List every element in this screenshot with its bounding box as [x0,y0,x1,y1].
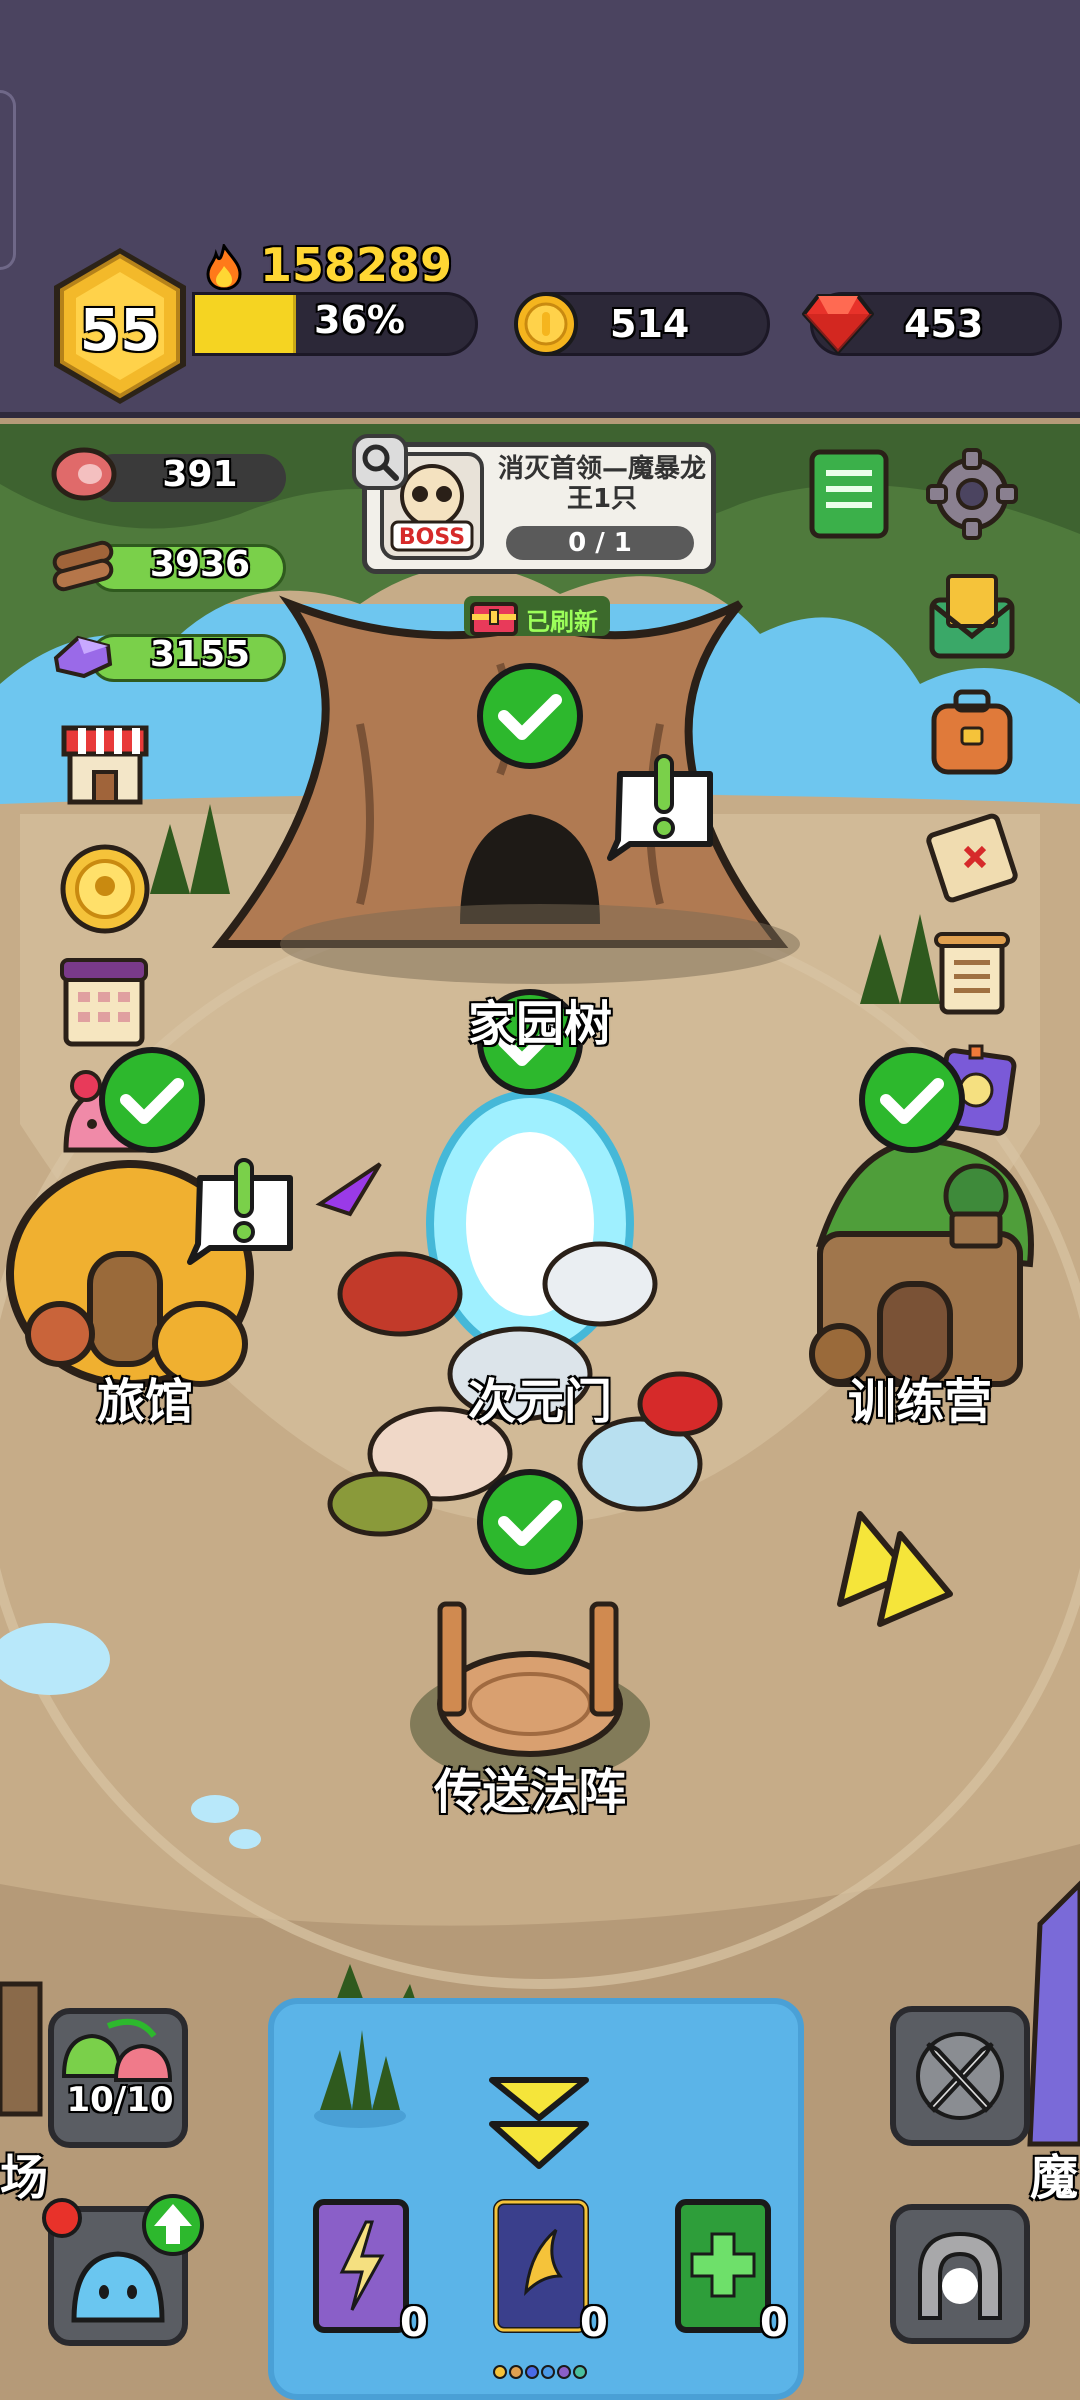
upgrade-arrow-icon [142,2194,204,2256]
teleport-label: 传送法阵 [433,1764,626,1820]
tree-label: 家园树 [467,996,612,1052]
crystal-icon [53,635,113,679]
lightning-book-count: 0 [400,2300,428,2346]
boss-quest-progress: 0 / 1 [506,526,694,560]
power-value: 158289 [260,238,453,292]
page-dots-indicator [493,2365,587,2379]
crystal-value: 3155 [149,634,251,675]
flame-icon [206,244,242,290]
wood-icon [52,540,114,592]
backpack-icon[interactable] [926,688,1018,780]
tree-house-icon[interactable] [930,1160,1022,1252]
notice-scroll-icon[interactable] [926,928,1018,1020]
training-ready-check-icon[interactable] [856,1044,968,1156]
tree-ready-check-icon[interactable] [474,660,586,772]
slime-count-value: 10/10 [66,2080,174,2120]
ranking-badge-icon[interactable] [56,840,154,938]
crossed-swords-icon [916,2032,1004,2120]
inn-ready-check-icon[interactable] [96,1044,208,1156]
gem-value: 453 [904,302,984,346]
heal-book-count: 0 [760,2300,788,2346]
boss-quest-title: 消灭首领—魔暴龙王1只 [497,454,706,514]
calendar-icon[interactable] [58,954,150,1048]
left-edge-tab[interactable] [0,90,16,270]
gold-coin-icon [514,292,578,356]
refresh-label: 已刷新 [526,608,598,636]
training-label: 训练营 [847,1374,992,1430]
meat-value: 391 [162,454,238,495]
expand-down-chevron-icon[interactable] [484,2070,594,2180]
slime-pair-icon [61,2018,173,2082]
inn-label: 旅馆 [96,1374,193,1430]
player-level: 55 [79,296,161,364]
plant-decoration-icon [314,2030,406,2128]
xp-progress-fill [195,295,296,353]
shop-icon[interactable] [60,720,150,806]
map-scroll-icon[interactable] [926,812,1018,904]
teleport-ready-check-icon[interactable] [474,1466,586,1578]
wing-book-count: 0 [580,2300,608,2346]
coin-value: 514 [610,302,690,346]
search-icon[interactable] [352,434,408,490]
gear-icon[interactable] [926,448,1018,540]
portal-label: 次元门 [467,1374,612,1430]
stone-arch-portal-icon [918,2231,1002,2320]
left-edge-label: 场 [0,2150,49,2206]
wood-value: 3936 [149,544,251,585]
right-edge-label: 魔 [1030,2150,1079,2206]
meat-icon [51,447,117,501]
tree-alert-exclamation-icon[interactable] [600,754,720,864]
mail-icon[interactable] [926,570,1018,662]
notification-dot-icon [42,2198,82,2238]
boss-badge-text: BOSS [399,525,465,550]
quest-book-icon[interactable] [806,448,892,540]
treasure-chest-icon [470,602,518,636]
xp-percent: 36% [314,298,405,342]
inn-alert-exclamation-icon[interactable] [180,1158,300,1268]
ruby-gem-icon [802,294,874,354]
